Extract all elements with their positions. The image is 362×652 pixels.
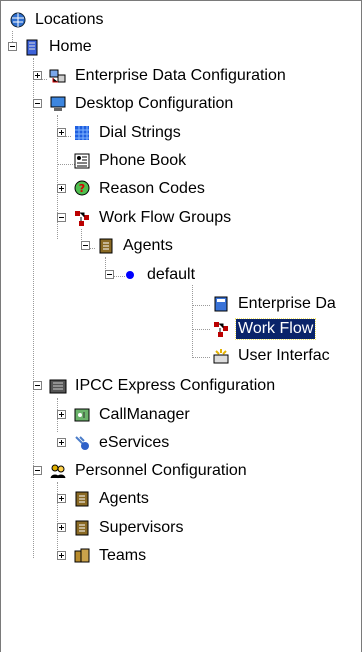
tree-connector bbox=[192, 305, 210, 306]
workflow-icon bbox=[211, 319, 231, 339]
grid-icon bbox=[72, 123, 92, 143]
tree-label: Enterprise Data Configuration bbox=[75, 67, 286, 84]
person-icon bbox=[72, 518, 92, 538]
eservices-icon bbox=[72, 433, 92, 453]
expand-icon[interactable] bbox=[33, 71, 42, 80]
tree-item-enterprise-data[interactable]: Enterprise Da bbox=[211, 291, 338, 317]
tree-connector bbox=[192, 285, 193, 358]
globe-icon bbox=[8, 10, 28, 30]
tree-label: Phone Book bbox=[99, 152, 187, 169]
tree-label: default bbox=[147, 266, 196, 283]
callmanager-icon bbox=[72, 405, 92, 425]
expand-icon[interactable] bbox=[57, 523, 66, 532]
collapse-icon[interactable] bbox=[33, 466, 42, 475]
tree-item-home[interactable]: Home bbox=[8, 34, 94, 60]
tree-root-locations[interactable]: Locations bbox=[8, 7, 106, 33]
tree-label: Personnel Configuration bbox=[75, 462, 247, 479]
document-icon bbox=[211, 294, 231, 314]
tree-connector bbox=[192, 357, 210, 358]
person-icon bbox=[96, 236, 116, 256]
tree-item-enterprise-data-configuration[interactable]: Enterprise Data Configuration bbox=[33, 63, 288, 89]
tree-label: Reason Codes bbox=[99, 180, 205, 197]
tree-item-supervisors[interactable]: Supervisors bbox=[57, 515, 185, 541]
tree-left-border bbox=[0, 0, 1, 652]
person-icon bbox=[72, 489, 92, 509]
tree-item-eservices[interactable]: eServices bbox=[57, 430, 171, 456]
server-icon bbox=[48, 376, 68, 396]
tree-item-agents[interactable]: Agents bbox=[57, 486, 151, 512]
tree-label: Teams bbox=[99, 547, 147, 564]
tree-label: Enterprise Da bbox=[238, 295, 336, 312]
team-icon bbox=[72, 546, 92, 566]
expand-icon[interactable] bbox=[57, 128, 66, 137]
network-computer-icon bbox=[48, 66, 68, 86]
tree-item-teams[interactable]: Teams bbox=[57, 543, 148, 569]
tree-item-desktop-configuration[interactable]: Desktop Configuration bbox=[33, 91, 235, 117]
tree-label: Work Flow Groups bbox=[99, 209, 232, 226]
collapse-icon[interactable] bbox=[8, 42, 17, 51]
tree-item-ipcc-express-configuration[interactable]: IPCC Express Configuration bbox=[33, 373, 277, 399]
building-icon bbox=[22, 37, 42, 57]
tree-item-work-flow-groups[interactable]: Work Flow Groups bbox=[57, 205, 233, 231]
tree-item-agents-group[interactable]: Agents bbox=[81, 233, 175, 259]
tree-top-border bbox=[0, 0, 362, 1]
tree-label: Locations bbox=[35, 11, 104, 28]
expand-icon[interactable] bbox=[57, 551, 66, 560]
tree-item-callmanager[interactable]: CallManager bbox=[57, 402, 192, 428]
people-icon bbox=[48, 461, 68, 481]
locations-tree[interactable]: Locations Home Enterprise Data Configura… bbox=[0, 0, 362, 652]
workflow-icon bbox=[72, 208, 92, 228]
tree-label: Agents bbox=[123, 237, 173, 254]
tree-label: Supervisors bbox=[99, 519, 184, 536]
tree-label: User Interfac bbox=[238, 347, 330, 364]
tree-label: Dial Strings bbox=[99, 124, 181, 141]
tree-item-personnel-configuration[interactable]: Personnel Configuration bbox=[33, 458, 249, 484]
tree-label: Desktop Configuration bbox=[75, 95, 234, 112]
collapse-icon[interactable] bbox=[57, 213, 66, 222]
tree-item-phone-book[interactable]: Phone Book bbox=[72, 148, 188, 174]
collapse-icon[interactable] bbox=[81, 241, 90, 250]
tree-connector bbox=[33, 58, 34, 558]
tree-label: Work Flow bbox=[234, 318, 317, 340]
tree-label: CallManager bbox=[99, 406, 190, 423]
question-icon: ? bbox=[72, 179, 92, 199]
collapse-icon[interactable] bbox=[33, 381, 42, 390]
tree-item-work-flow[interactable]: Work Flow bbox=[211, 316, 317, 342]
address-book-icon bbox=[72, 151, 92, 171]
collapse-icon[interactable] bbox=[33, 99, 42, 108]
tree-label: Home bbox=[49, 38, 92, 55]
tree-label: Agents bbox=[99, 490, 149, 507]
expand-icon[interactable] bbox=[57, 438, 66, 447]
interface-icon bbox=[211, 346, 231, 366]
tree-item-reason-codes[interactable]: ? Reason Codes bbox=[57, 176, 207, 202]
tree-item-dial-strings[interactable]: Dial Strings bbox=[57, 120, 183, 146]
expand-icon[interactable] bbox=[57, 410, 66, 419]
tree-label: IPCC Express Configuration bbox=[75, 377, 276, 394]
tree-connector bbox=[192, 329, 210, 330]
tree-item-user-interface[interactable]: User Interfac bbox=[211, 343, 332, 369]
tree-label: eServices bbox=[99, 434, 170, 451]
collapse-icon[interactable] bbox=[105, 270, 114, 279]
expand-icon[interactable] bbox=[57, 494, 66, 503]
tree-item-default[interactable]: default bbox=[105, 262, 197, 288]
blue-dot-icon bbox=[120, 265, 140, 285]
expand-icon[interactable] bbox=[57, 184, 66, 193]
svg-text:?: ? bbox=[79, 182, 85, 195]
monitor-icon bbox=[48, 94, 68, 114]
